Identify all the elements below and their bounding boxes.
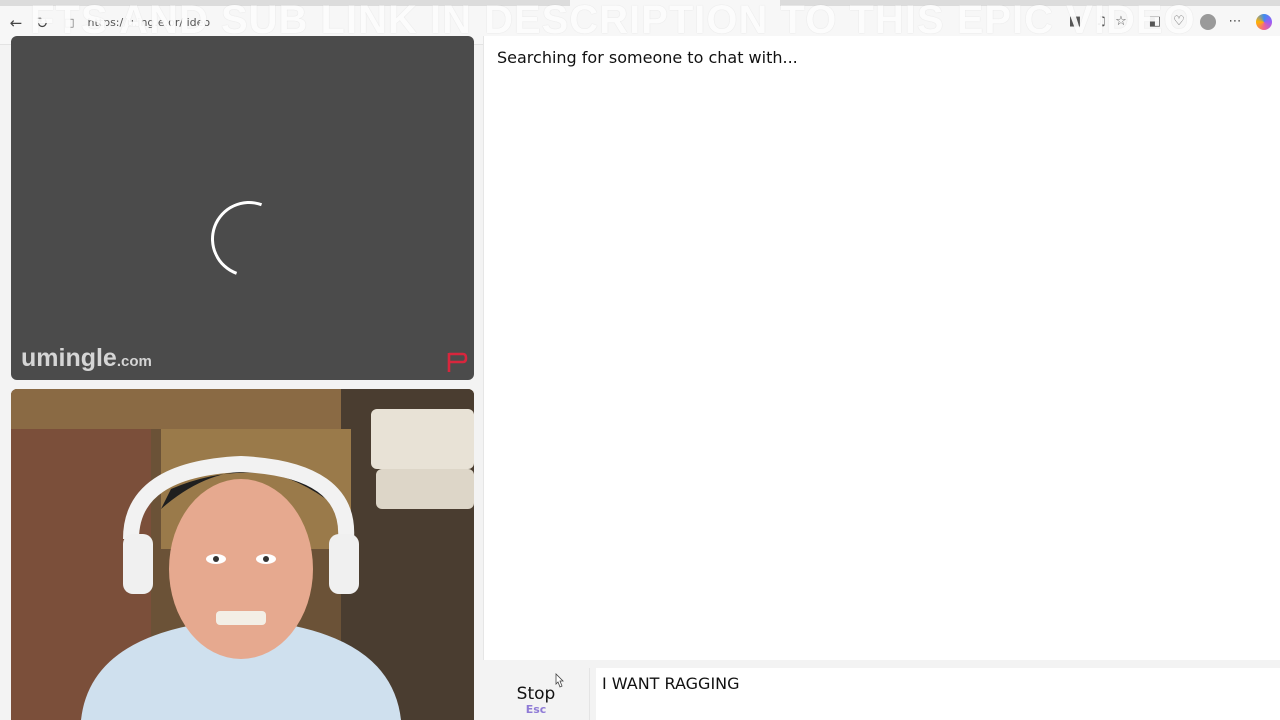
report-flag-icon[interactable] xyxy=(445,350,469,374)
split-screen-icon[interactable]: ◧ xyxy=(1146,13,1164,31)
active-tab[interactable] xyxy=(570,0,780,6)
profile-avatar[interactable] xyxy=(1200,14,1216,30)
tab-strip xyxy=(0,0,1280,6)
stranger-video-panel: umingle.com xyxy=(11,36,474,380)
read-aloud-icon[interactable]: ♫ xyxy=(1092,13,1110,31)
chat-status-message: Searching for someone to chat with... xyxy=(497,48,798,67)
camera-icon[interactable]: ■ xyxy=(1066,13,1084,31)
favorites-icon[interactable]: ♡ xyxy=(1170,13,1188,31)
brand-tld: .com xyxy=(116,353,152,370)
stop-button[interactable]: Stop Esc xyxy=(483,668,590,720)
loading-spinner-icon xyxy=(198,188,300,290)
stop-shortcut-hint: Esc xyxy=(525,703,547,716)
webcam-feed-image xyxy=(11,389,474,720)
star-icon[interactable]: ☆ xyxy=(1112,13,1130,31)
more-menu-icon[interactable]: ⋯ xyxy=(1226,13,1244,31)
copilot-icon[interactable] xyxy=(1256,14,1272,30)
lock-icon: □ xyxy=(64,16,75,29)
reload-icon[interactable]: ↻ xyxy=(32,13,52,33)
chat-log: Searching for someone to chat with... xyxy=(483,36,1280,660)
brand-name: umingle xyxy=(21,344,117,372)
back-arrow-icon[interactable]: ← xyxy=(6,13,26,33)
address-bar[interactable]: □ https://u.ing.e.or/ ideo xyxy=(64,11,1044,35)
address-text: https://u.ing.e.or/ ideo xyxy=(87,16,211,29)
chat-message-input[interactable]: I WANT RAGGING xyxy=(596,668,1280,720)
site-logo: umingle.com xyxy=(21,344,152,373)
stop-button-label: Stop xyxy=(516,684,556,704)
self-camera-video xyxy=(11,389,474,720)
